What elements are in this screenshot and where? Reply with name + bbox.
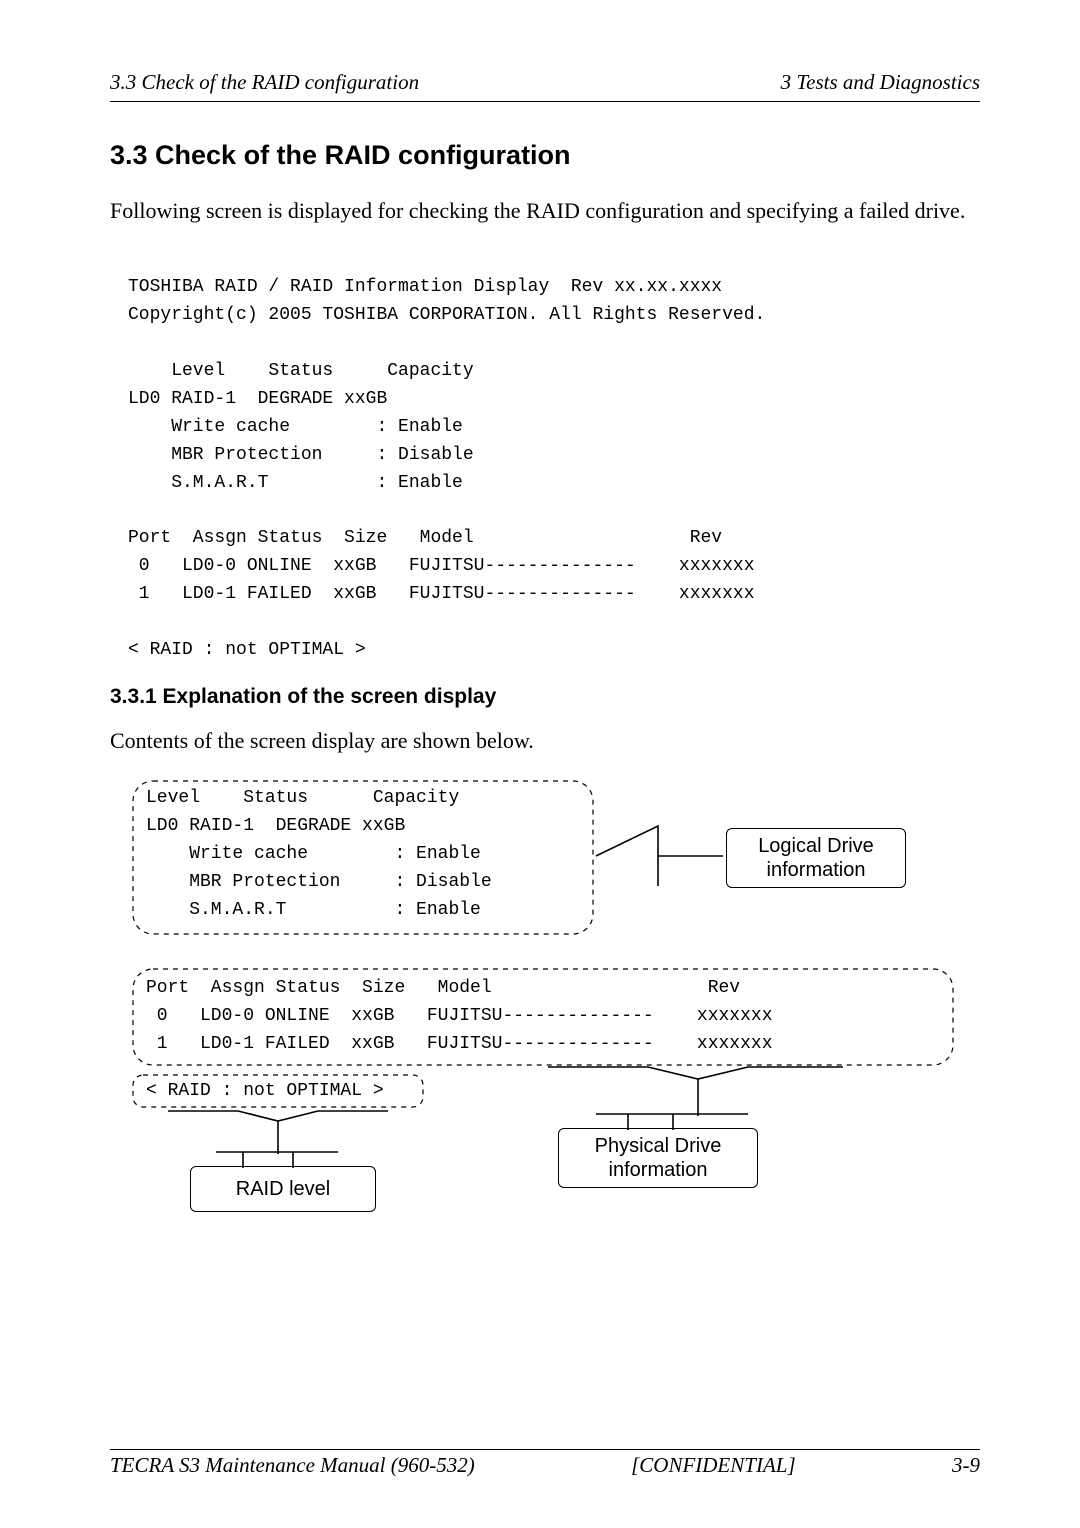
footer-left: TECRA S3 Maintenance Manual (960-532) bbox=[110, 1453, 475, 1478]
console-line: Port Assgn Status Size Model Rev bbox=[128, 528, 722, 548]
footer-right: 3-9 bbox=[952, 1453, 980, 1478]
running-header: 3.3 Check of the RAID configuration 3 Te… bbox=[110, 70, 980, 95]
physical-drive-label-1: Physical Drive bbox=[563, 1134, 753, 1158]
footer-center: [CONFIDENTIAL] bbox=[631, 1453, 796, 1478]
physical-drive-label-2: information bbox=[563, 1158, 753, 1182]
console-line: 1 LD0-1 FAILED xxGB FUJITSU-------------… bbox=[128, 584, 755, 604]
diag-mid-header: Port Assgn Status Size Model Rev bbox=[146, 978, 740, 998]
console-line: MBR Protection : Disable bbox=[128, 445, 474, 465]
header-rule bbox=[110, 101, 980, 102]
raid-level-label-text: RAID level bbox=[195, 1177, 371, 1201]
logical-drive-label-1: Logical Drive bbox=[731, 834, 901, 858]
diag-top-wc: Write cache : Enable bbox=[146, 844, 481, 864]
diag-top-smart: S.M.A.R.T : Enable bbox=[146, 900, 481, 920]
logical-drive-label-2: information bbox=[731, 858, 901, 882]
physical-drive-label: Physical Drive information bbox=[558, 1128, 758, 1188]
intro-paragraph: Following screen is displayed for checki… bbox=[110, 197, 980, 225]
console-line: Write cache : Enable bbox=[128, 417, 463, 437]
diag-mid-row1: 1 LD0-1 FAILED xxGB FUJITSU-------------… bbox=[146, 1034, 773, 1054]
console-block: TOSHIBA RAID / RAID Information Display … bbox=[128, 247, 980, 665]
console-line: LD0 RAID-1 DEGRADE xxGB bbox=[128, 389, 387, 409]
console-line: Copyright(c) 2005 TOSHIBA CORPORATION. A… bbox=[128, 305, 765, 325]
header-right: 3 Tests and Diagnostics bbox=[781, 70, 980, 95]
footer: TECRA S3 Maintenance Manual (960-532) [C… bbox=[110, 1453, 980, 1478]
subsection-paragraph: Contents of the screen display are shown… bbox=[110, 727, 980, 755]
diagram: Level Status Capacity LD0 RAID-1 DEGRADE… bbox=[128, 776, 980, 1261]
diag-top-header: Level Status Capacity bbox=[146, 788, 459, 808]
section-title: 3.3 Check of the RAID configuration bbox=[110, 140, 980, 171]
subsection-title: 3.3.1 Explanation of the screen display bbox=[110, 685, 980, 709]
diag-top-mbr: MBR Protection : Disable bbox=[146, 872, 492, 892]
diag-top-ld0: LD0 RAID-1 DEGRADE xxGB bbox=[146, 816, 405, 836]
header-left: 3.3 Check of the RAID configuration bbox=[110, 70, 419, 95]
console-line: 0 LD0-0 ONLINE xxGB FUJITSU-------------… bbox=[128, 556, 755, 576]
console-line: S.M.A.R.T : Enable bbox=[128, 473, 463, 493]
logical-drive-label: Logical Drive information bbox=[726, 828, 906, 888]
footer-rule bbox=[110, 1449, 980, 1450]
diag-mid-row0: 0 LD0-0 ONLINE xxGB FUJITSU-------------… bbox=[146, 1006, 773, 1026]
console-line: < RAID : not OPTIMAL > bbox=[128, 640, 366, 660]
diag-raid-line: < RAID : not OPTIMAL > bbox=[146, 1081, 384, 1101]
console-line: TOSHIBA RAID / RAID Information Display … bbox=[128, 277, 722, 297]
console-line: Level Status Capacity bbox=[128, 361, 474, 381]
raid-level-label: RAID level bbox=[190, 1166, 376, 1212]
